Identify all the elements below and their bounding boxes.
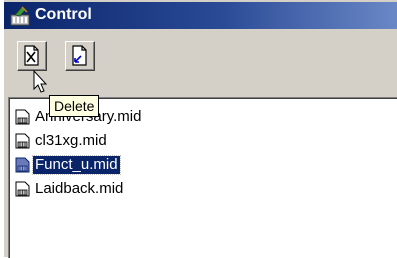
file-name: Funct_u.mid (32, 155, 121, 175)
file-name: cl31xg.mid (35, 132, 107, 149)
mouse-pointer-icon (33, 70, 48, 93)
control-window: Control cl31xg.mid Funct_u.mid Laidback.… (4, 0, 397, 258)
midi-file-icon (15, 133, 30, 149)
toolbar (4, 29, 397, 93)
delete-tooltip: Delete (49, 95, 100, 117)
app-icon (10, 6, 30, 26)
midi-file-icon (15, 181, 30, 197)
import-button[interactable] (65, 41, 95, 71)
delete-file-icon (24, 45, 39, 66)
midi-file-icon (15, 109, 30, 125)
delete-button[interactable] (17, 41, 47, 71)
import-file-icon (72, 45, 87, 66)
midi-file-icon (15, 157, 30, 173)
file-name: Laidback.mid (35, 180, 124, 197)
window-title: Control (35, 6, 92, 23)
file-list[interactable]: Anniversary.mid cl31xg.mid Funct_u.mid (8, 97, 397, 258)
title-bar[interactable]: Control (4, 2, 397, 29)
